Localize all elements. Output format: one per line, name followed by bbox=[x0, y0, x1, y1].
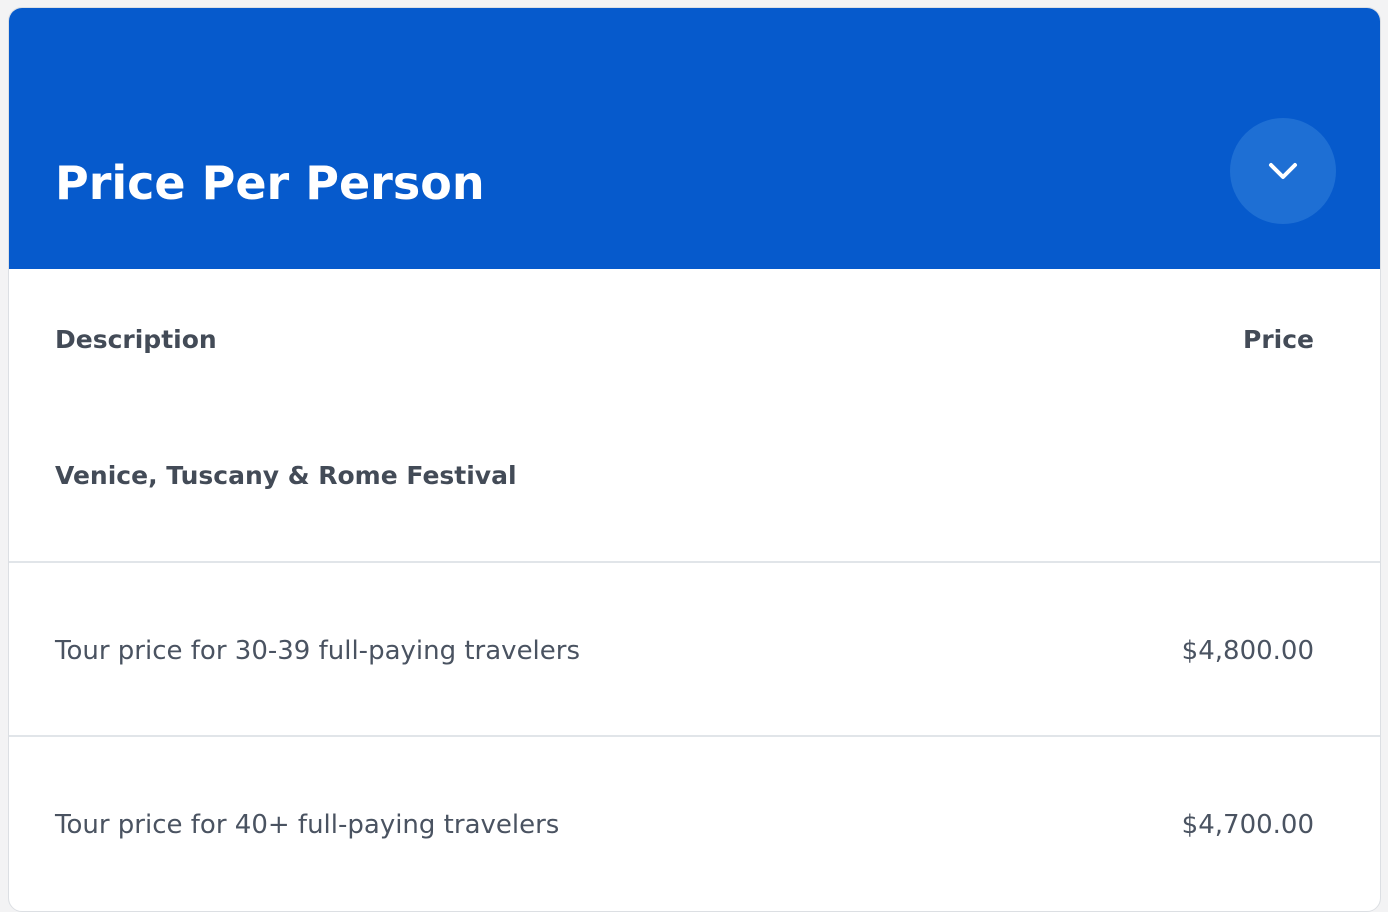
row-description: Tour price for 40+ full-paying travelers bbox=[55, 810, 560, 840]
price-card: Price Per Person Description Price Venic… bbox=[8, 7, 1381, 912]
tour-name: Venice, Tuscany & Rome Festival bbox=[55, 461, 517, 490]
column-header-description: Description bbox=[55, 325, 217, 354]
row-divider bbox=[9, 735, 1380, 737]
row-price: $4,700.00 bbox=[1181, 810, 1314, 840]
row-description: Tour price for 30-39 full-paying travele… bbox=[55, 636, 581, 666]
card-header: Price Per Person bbox=[9, 8, 1380, 269]
row-divider bbox=[9, 561, 1380, 563]
column-header-price: Price bbox=[1243, 325, 1314, 354]
chevron-down-icon bbox=[1269, 163, 1297, 179]
card-title: Price Per Person bbox=[55, 156, 485, 210]
collapse-toggle-button[interactable] bbox=[1230, 118, 1336, 224]
row-price: $4,800.00 bbox=[1181, 636, 1314, 666]
